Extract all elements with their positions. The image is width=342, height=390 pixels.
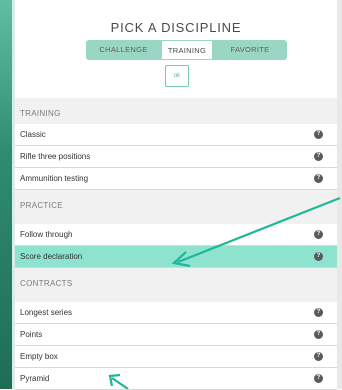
list-item-empty-box[interactable]: Empty box ?: [15, 346, 337, 368]
list-item-ammunition-testing[interactable]: Ammunition testing ?: [15, 168, 337, 190]
tab-training[interactable]: TRAINING: [161, 40, 213, 60]
discipline-tabs: CHALLENGE TRAINING FAVORITE: [86, 40, 287, 60]
help-icon[interactable]: ?: [314, 174, 323, 183]
list-item-points[interactable]: Points ?: [15, 324, 337, 346]
help-icon[interactable]: ?: [314, 352, 323, 361]
list-item-score-declaration[interactable]: Score declaration ?: [15, 246, 337, 268]
help-icon[interactable]: ?: [314, 308, 323, 317]
help-icon[interactable]: ?: [314, 252, 323, 261]
ok-button[interactable]: ok: [165, 65, 189, 87]
list-item-follow-through[interactable]: Follow through ?: [15, 224, 337, 246]
tab-challenge[interactable]: CHALLENGE: [86, 40, 161, 60]
list-item-longest-series[interactable]: Longest series ?: [15, 302, 337, 324]
list-item-label: Empty box: [20, 352, 58, 361]
page-title: PICK A DISCIPLINE: [110, 20, 242, 35]
help-icon[interactable]: ?: [314, 374, 323, 383]
list-item-classic[interactable]: Classic ?: [15, 124, 337, 146]
help-icon[interactable]: ?: [314, 130, 323, 139]
device-frame-right: [337, 0, 342, 389]
list-item-label: Score declaration: [20, 252, 83, 261]
list-item-rifle-three-positions[interactable]: Rifle three positions ?: [15, 146, 337, 168]
discipline-list: TRAINING Classic ? Rifle three positions…: [15, 98, 337, 390]
list-item-label: Points: [20, 330, 43, 339]
help-icon[interactable]: ?: [314, 152, 323, 161]
help-icon[interactable]: ?: [314, 230, 323, 239]
device-frame-left: [0, 0, 12, 389]
section-header-contracts: CONTRACTS: [15, 268, 337, 302]
list-item-label: Classic: [20, 130, 46, 139]
section-header-practice: PRACTICE: [15, 190, 337, 224]
list-item-pyramid[interactable]: Pyramid ?: [15, 368, 337, 390]
list-item-label: Rifle three positions: [20, 152, 91, 161]
list-item-label: Follow through: [20, 230, 73, 239]
list-item-label: Longest series: [20, 308, 73, 317]
list-item-label: Ammunition testing: [20, 174, 89, 183]
discipline-picker-screen: PICK A DISCIPLINE CHALLENGE TRAINING FAV…: [15, 0, 337, 390]
tab-favorite[interactable]: FAVORITE: [213, 40, 287, 60]
section-header-training: TRAINING: [15, 98, 337, 124]
help-icon[interactable]: ?: [314, 330, 323, 339]
list-item-label: Pyramid: [20, 374, 50, 383]
